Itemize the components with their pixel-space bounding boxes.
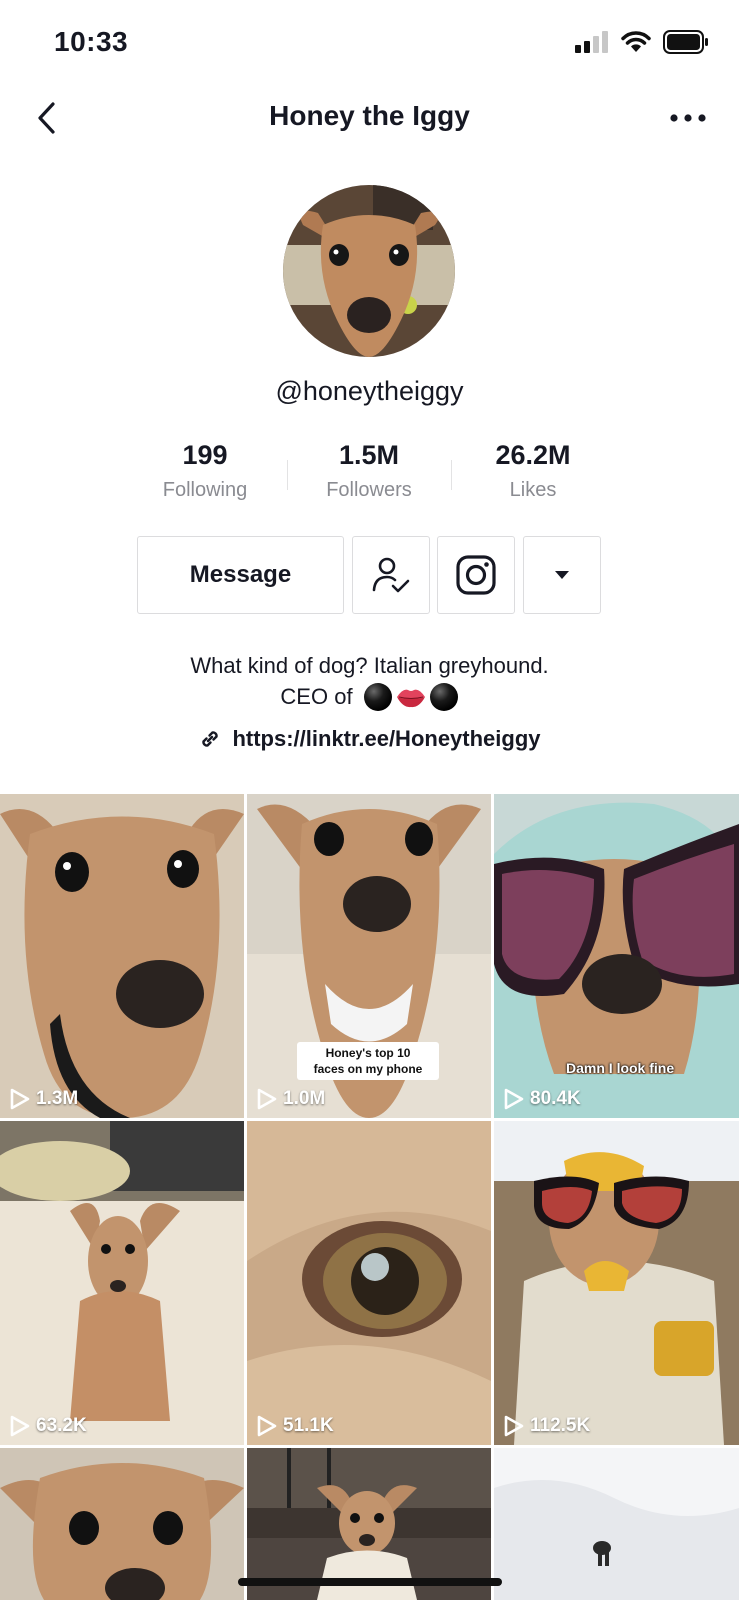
view-count-text: 80.4K [530,1088,581,1109]
stat-value: 199 [182,440,228,470]
caption-line: Honey's top 10 [325,1046,411,1060]
page-title: Honey the Iggy [269,100,470,131]
black-circle-emoji-icon [429,682,458,711]
video-thumbnail[interactable]: Damn I look fine 80.4K [494,794,739,1118]
play-icon [257,1415,277,1437]
profile-actions: Message [0,536,739,616]
stat-label: Following [162,479,248,501]
dog-closeup-image [0,1448,244,1600]
dog-eye-closeup-image [247,1121,491,1445]
status-bar: 10:33 [0,0,739,90]
user-check-icon [372,557,410,593]
view-count: 1.0M [257,1088,325,1110]
dog-on-rug-image [0,1121,244,1445]
video-grid: 1.3M Honey's top 10 faces on my phone 1.… [0,794,739,1600]
video-thumbnail[interactable] [0,1448,244,1600]
status-time: 10:33 [54,26,129,57]
black-circle-emoji-icon [363,682,392,711]
bio-line: CEO of [0,681,739,712]
video-thumbnail[interactable]: 1.3M [0,794,244,1118]
divider [451,460,452,490]
dog-sweater-sunglasses-image [494,1121,739,1445]
more-actions-dropdown[interactable] [523,536,601,614]
link-icon [202,731,219,747]
stat-likes[interactable]: 26.2M Likes [458,440,608,502]
view-count-text: 112.5K [530,1415,591,1436]
link-url[interactable]: https://linktr.ee/Honeytheiggy [232,726,540,752]
stat-value: 1.5M [338,440,400,470]
signal-icon [575,31,608,53]
home-indicator [238,1578,502,1586]
wifi-icon [621,31,651,52]
bio: What kind of dog? Italian greyhound. CEO… [0,650,739,712]
video-thumbnail[interactable] [494,1448,739,1600]
video-thumbnail[interactable]: Honey's top 10 faces on my phone 1.0M [247,794,491,1118]
caret-down-icon [555,571,569,579]
stat-followers[interactable]: 1.5M Followers [294,440,444,502]
view-count-text: 51.1K [283,1415,334,1436]
video-thumbnail[interactable]: 112.5K [494,1121,739,1445]
instagram-icon [456,555,496,595]
play-icon [10,1415,30,1437]
view-count: 51.1K [257,1415,334,1437]
ellipsis-icon [670,114,706,122]
bio-line: What kind of dog? Italian greyhound. [190,653,549,678]
divider [287,460,288,490]
stat-label: Likes [509,479,557,501]
view-count-text: 1.3M [36,1088,79,1109]
view-count: 1.3M [10,1088,78,1110]
play-icon [504,1415,524,1437]
view-count-text: 63.2K [36,1415,87,1436]
view-count: 112.5K [504,1415,590,1437]
avatar[interactable] [283,185,455,357]
view-count: 80.4K [504,1088,581,1110]
stat-value: 26.2M [495,440,571,470]
bio-link[interactable]: https://linktr.ee/Honeytheiggy [0,726,739,752]
video-caption: Honey's top 10 faces on my phone [297,1042,439,1080]
stat-following[interactable]: 199 Following [130,440,280,502]
following-button[interactable] [352,536,430,614]
play-icon [10,1088,30,1110]
username: @honeytheiggy [275,376,464,406]
nav-bar: Honey the Iggy [0,90,739,146]
instagram-button[interactable] [437,536,515,614]
dog-closeup-image [0,794,244,1118]
view-count: 63.2K [10,1415,87,1437]
video-thumbnail[interactable]: 63.2K [0,1121,244,1445]
stat-label: Followers [326,479,412,501]
play-icon [504,1088,524,1110]
view-count-text: 1.0M [283,1088,326,1109]
message-button[interactable]: Message [137,536,344,614]
bio-text: CEO of [280,684,353,709]
play-icon [257,1088,277,1110]
video-overlay-text: Damn I look fine [566,1060,675,1076]
video-thumbnail[interactable]: 51.1K [247,1121,491,1445]
dog-in-snow-image [494,1448,739,1600]
more-options-button[interactable] [663,96,713,140]
status-icons [575,30,709,54]
lips-emoji-icon [396,689,425,707]
battery-icon [663,30,708,54]
caption-line: faces on my phone [313,1062,423,1076]
profile-stats: 199 Following 1.5M Followers 26.2M Likes [0,440,739,510]
dog-avatar-image [283,185,455,357]
